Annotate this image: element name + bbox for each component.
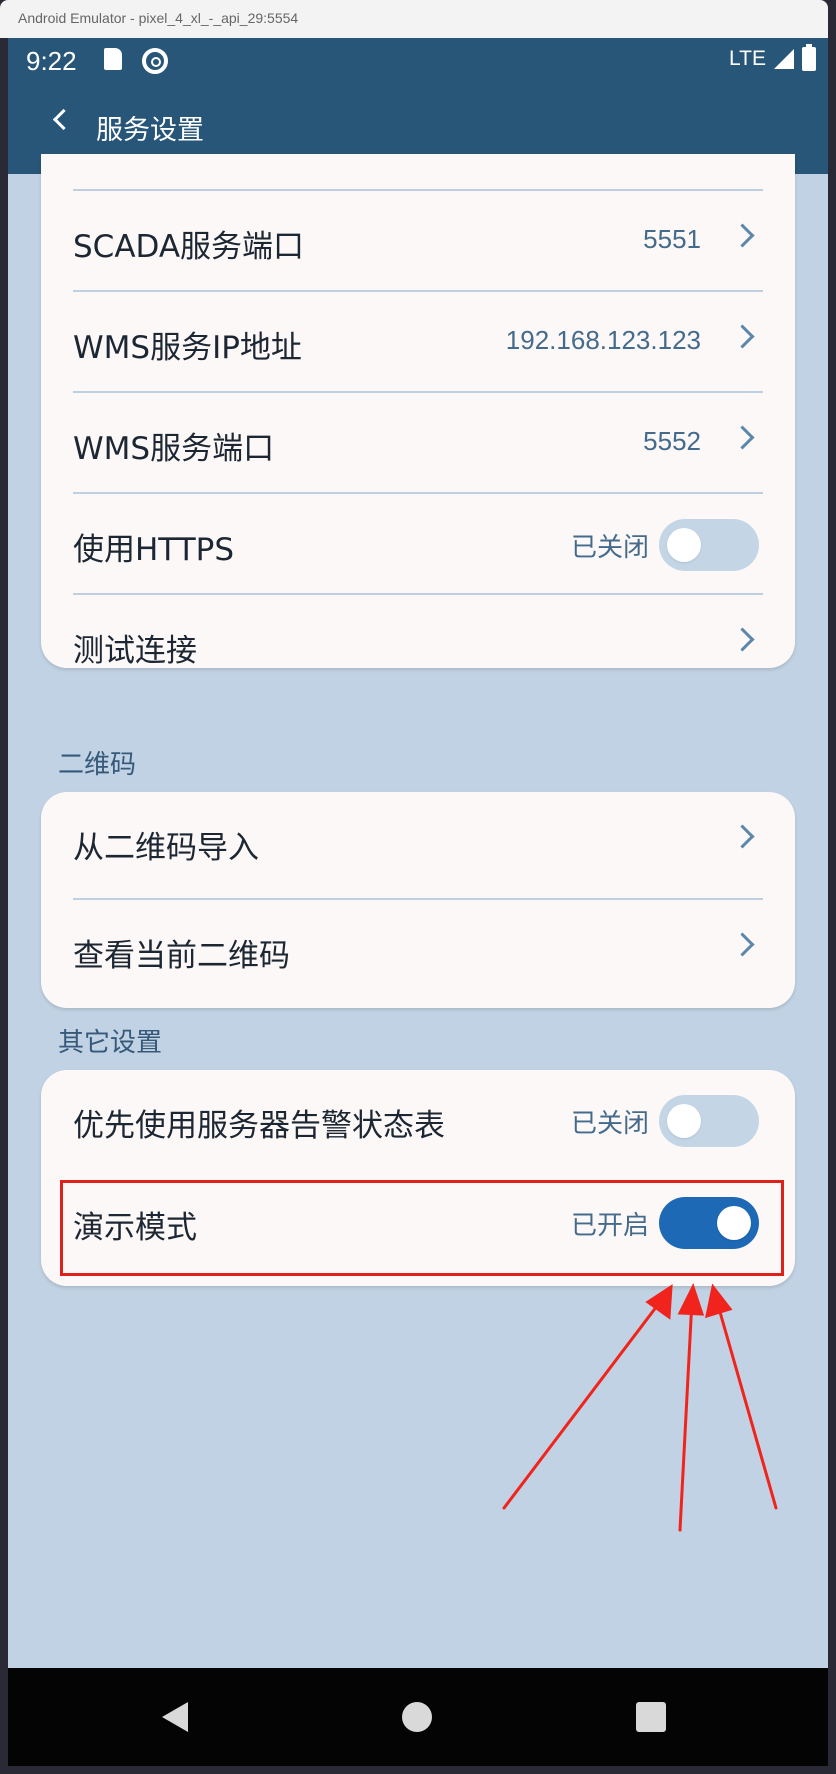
system-nav-bar bbox=[8, 1668, 828, 1766]
annotation-arrows bbox=[502, 1283, 778, 1532]
device-screen: 9:22 LTE 服务设置 SCADA服务端口 5551 WMS服务IP地址 1… bbox=[8, 38, 828, 1766]
emulator-title-bar: Android Emulator - pixel_4_xl_-_api_29:5… bbox=[0, 0, 828, 38]
emulator-title: Android Emulator - pixel_4_xl_-_api_29:5… bbox=[18, 10, 299, 26]
nav-back-icon[interactable] bbox=[162, 1702, 188, 1732]
nav-recents-icon[interactable] bbox=[636, 1702, 666, 1732]
nav-home-icon[interactable] bbox=[402, 1702, 432, 1732]
emulator-frame: Android Emulator - pixel_4_xl_-_api_29:5… bbox=[0, 0, 836, 1774]
